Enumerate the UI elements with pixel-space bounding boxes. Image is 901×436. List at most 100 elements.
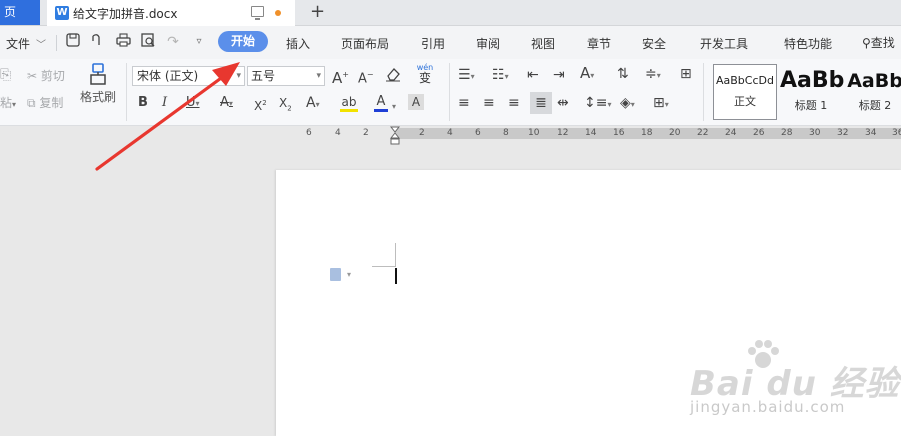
ruler-number: 26 (753, 128, 765, 138)
tab-view[interactable]: 视图 (531, 35, 555, 52)
export-icon[interactable] (88, 33, 106, 51)
subscript-icon[interactable]: X2 (279, 95, 292, 116)
paste-label-button[interactable]: 粘▾ (0, 94, 16, 111)
watermark-url: jingyan.baidu.com (690, 398, 846, 416)
tab-document[interactable]: W 给文字加拼音.docx (47, 0, 295, 26)
style-heading-1-label: 标题 1 (794, 99, 828, 112)
style-heading-2[interactable]: AaBb 标题 2 (844, 64, 901, 120)
new-tab-button[interactable]: + (310, 1, 325, 23)
style-normal-sample: AaBbCcDd (716, 74, 774, 87)
indent-marker-icon[interactable] (390, 126, 400, 146)
bullet-list-icon[interactable]: ☰▾ (458, 67, 475, 85)
redo-icon[interactable]: ↷ (164, 33, 182, 51)
tab-chapter[interactable]: 章节 (587, 35, 611, 52)
print-icon[interactable] (114, 33, 132, 51)
ruler-number: 36 (892, 128, 901, 138)
italic-icon[interactable]: I (162, 95, 167, 111)
align-left-icon[interactable]: ≡ (458, 95, 470, 111)
decrease-font-size-icon[interactable]: A− (358, 67, 374, 87)
home-ribbon: ⎘ 粘▾ ✂ 剪切 ⧉ 复制 格式刷 宋体 (正文) ▾ 五号 ▾ A+ A− wé… (0, 59, 901, 126)
clear-formatting-icon[interactable] (385, 66, 401, 86)
strikethrough-icon[interactable]: A▾ (220, 95, 233, 112)
paste-label: 粘 (0, 96, 13, 110)
format-painter-label: 格式刷 (80, 90, 117, 104)
chevron-down-icon[interactable]: ▾ (347, 270, 351, 279)
align-right-icon[interactable]: ≡ (508, 95, 520, 111)
style-normal[interactable]: AaBbCcDd 正文 (713, 64, 777, 120)
ruler-number: 10 (528, 128, 540, 138)
highlight-icon[interactable]: ab (340, 94, 358, 112)
tab-review[interactable]: 审阅 (476, 35, 500, 52)
decrease-indent-icon[interactable]: ⇤ (527, 67, 539, 83)
justify-icon[interactable]: ≣ (530, 92, 552, 114)
search-label: 查找 (870, 36, 895, 50)
ruler-number: 20 (669, 128, 681, 138)
file-menu-label: 文件 (6, 37, 31, 51)
superscript-icon[interactable]: X2 (254, 95, 267, 114)
underline-icon[interactable]: U▾ (186, 95, 200, 112)
chevron-down-icon[interactable]: ▾ (392, 97, 396, 115)
tab-security[interactable]: 安全 (642, 35, 666, 52)
text-effect-icon[interactable]: A▾ (306, 95, 320, 113)
tab-references[interactable]: 引用 (421, 35, 445, 52)
ruler-number: 8 (503, 128, 509, 138)
search-button[interactable]: ⚲查找 (862, 34, 895, 51)
format-painter-icon (90, 63, 106, 85)
tab-page-layout[interactable]: 页面布局 (341, 35, 389, 52)
ruler-number: 6 (306, 128, 312, 138)
copy-button[interactable]: ⧉ 复制 (27, 94, 63, 111)
tab-home-start[interactable]: 开始 (218, 31, 268, 52)
style-heading-1-sample: AaBb (780, 68, 845, 93)
shading-icon[interactable]: ◈▾ (620, 95, 635, 113)
paste-button[interactable]: ⎘ (0, 67, 11, 83)
document-title: 给文字加拼音.docx (73, 7, 178, 21)
style-heading-2-sample: AaBb (847, 70, 901, 92)
font-color-icon[interactable]: A (374, 94, 388, 112)
ruler-number: 2 (419, 128, 425, 138)
paw-icon (748, 340, 779, 368)
phonetic-guide-icon[interactable]: wén 变 (414, 63, 436, 85)
font-size-select[interactable]: 五号 ▾ (247, 66, 325, 86)
increase-font-size-icon[interactable]: A+ (332, 67, 349, 86)
style-heading-1[interactable]: AaBb 标题 1 (779, 64, 845, 120)
ruler-number: 24 (725, 128, 737, 138)
style-heading-2-label: 标题 2 (858, 99, 892, 112)
show-grid-icon[interactable]: ⊞ (680, 66, 692, 82)
borders-icon[interactable]: ⊞▾ (653, 95, 669, 113)
character-shading-icon[interactable]: A (408, 94, 424, 110)
baidu-jingyan-watermark: Bai du 经验 jingyan.baidu.com (690, 338, 901, 418)
font-name-select[interactable]: 宋体 (正文) ▾ (132, 66, 245, 86)
align-center-icon[interactable]: ≡ (483, 95, 495, 111)
save-icon[interactable] (64, 33, 82, 51)
cut-label: 剪切 (40, 69, 65, 83)
paragraph-layout-icon[interactable] (330, 268, 341, 281)
customize-dropdown-icon[interactable]: ▿ (190, 33, 208, 51)
monitor-icon[interactable] (251, 6, 264, 20)
increase-indent-icon[interactable]: ⇥ (553, 67, 565, 83)
bold-icon[interactable]: B (138, 95, 148, 111)
tab-developer-tools[interactable]: 开发工具 (700, 35, 748, 52)
tab-special-features[interactable]: 特色功能 (784, 35, 832, 52)
format-painter-button[interactable]: 格式刷 (80, 62, 116, 105)
ruler-number: 28 (781, 128, 793, 138)
chevron-down-icon: ▾ (316, 71, 321, 81)
style-normal-label: 正文 (734, 95, 756, 108)
ruler-number: 12 (557, 128, 569, 138)
group-divider (449, 63, 450, 121)
numbered-list-icon[interactable]: ☷▾ (492, 67, 509, 85)
tab-insert[interactable]: 插入 (286, 35, 310, 52)
print-preview-icon[interactable] (139, 33, 157, 51)
phonetic-guide-char: 变 (418, 71, 431, 85)
sort-icon[interactable]: ⇅ (617, 66, 629, 82)
distributed-align-icon[interactable]: ⇹ (557, 95, 569, 111)
word-doc-icon: W (55, 6, 69, 20)
line-spacing-icon[interactable]: ↕≡▾ (584, 95, 611, 113)
cut-button[interactable]: ✂ 剪切 (27, 67, 65, 84)
line-spacing-options-icon[interactable]: ≑▾ (645, 66, 661, 84)
tab-home-label: 页 (4, 5, 17, 19)
file-menu[interactable]: 文件 ﹀ (6, 35, 46, 52)
group-divider (126, 63, 127, 121)
chevron-down-icon: ▾ (228, 99, 233, 108)
change-case-icon[interactable]: A▾ (580, 65, 594, 84)
tab-home[interactable]: 页 (0, 0, 40, 25)
